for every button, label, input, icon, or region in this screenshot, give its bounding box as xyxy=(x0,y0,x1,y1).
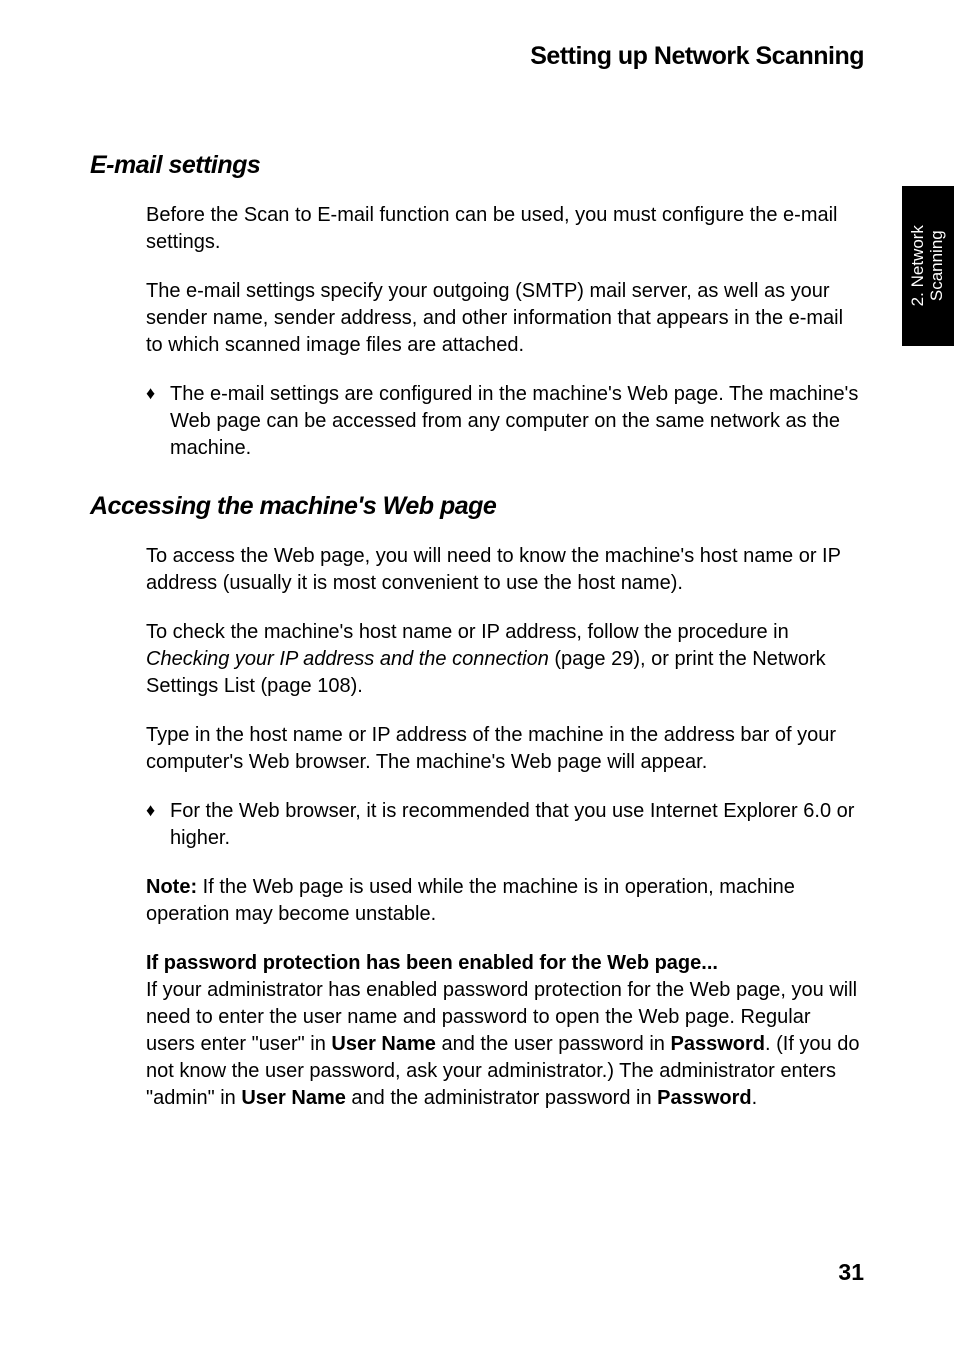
bullet-item: ♦ The e-mail settings are configured in … xyxy=(146,381,864,462)
paragraph: To access the Web page, you will need to… xyxy=(146,543,864,597)
diamond-bullet-icon: ♦ xyxy=(146,798,170,852)
page-content: Setting up Network Scanning E-mail setti… xyxy=(0,0,954,1112)
page-header: Setting up Network Scanning xyxy=(90,42,864,71)
bullet-item: ♦ For the Web browser, it is recommended… xyxy=(146,798,864,852)
note-label: Note: xyxy=(146,876,197,898)
paragraph: Before the Scan to E-mail function can b… xyxy=(146,202,864,256)
bullet-text: For the Web browser, it is recommended t… xyxy=(170,798,864,852)
reference-italic: Checking your IP address and the connect… xyxy=(146,648,549,670)
password-paragraph: If password protection has been enabled … xyxy=(146,950,864,1112)
paragraph: To check the machine's host name or IP a… xyxy=(146,619,864,700)
page-number: 31 xyxy=(838,1259,864,1286)
diamond-bullet-icon: ♦ xyxy=(146,381,170,462)
note-paragraph: Note: If the Web page is used while the … xyxy=(146,874,864,928)
paragraph: Type in the host name or IP address of t… xyxy=(146,722,864,776)
heading-email-settings: E-mail settings xyxy=(90,151,864,180)
heading-accessing-web-page: Accessing the machine's Web page xyxy=(90,492,864,521)
paragraph: The e-mail settings specify your outgoin… xyxy=(146,278,864,359)
password-heading: If password protection has been enabled … xyxy=(146,952,718,974)
bullet-text: The e-mail settings are configured in th… xyxy=(170,381,864,462)
